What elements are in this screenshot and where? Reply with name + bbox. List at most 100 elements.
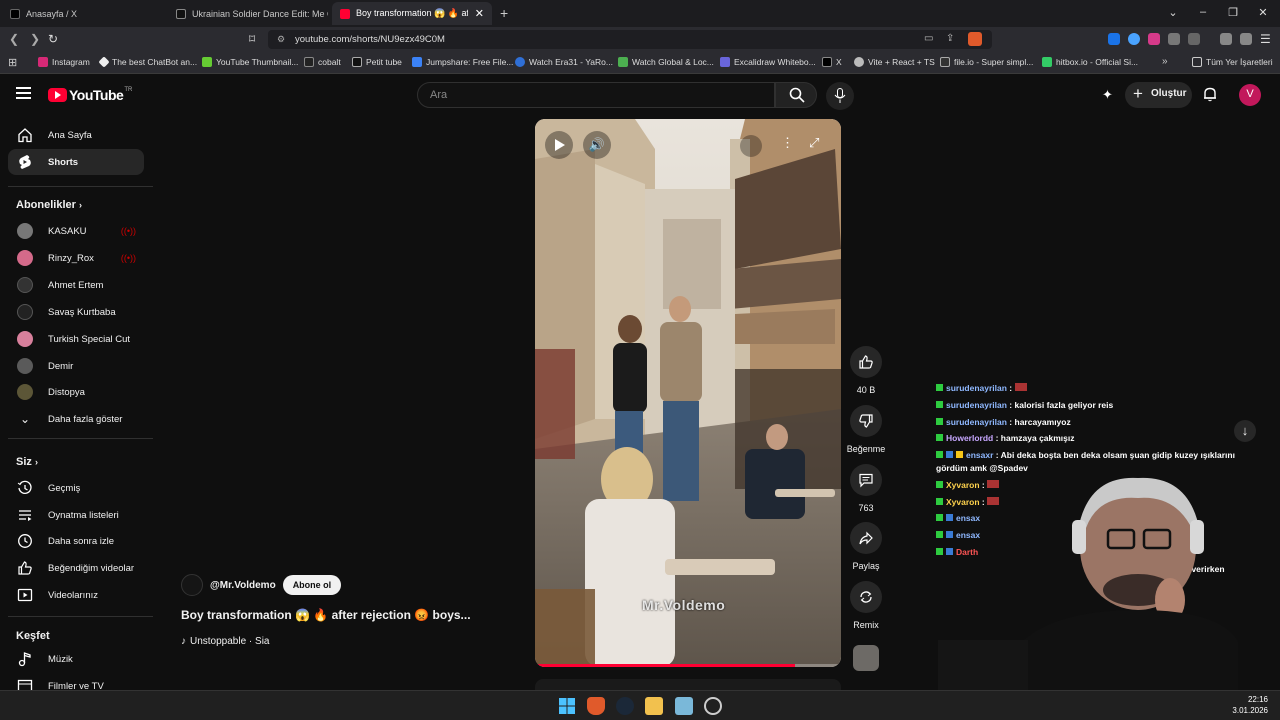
maximize-icon[interactable]: ❐ [1225, 6, 1241, 19]
youtube-logo[interactable]: YouTube TR [48, 87, 132, 103]
account-avatar[interactable]: V [1239, 84, 1261, 106]
remix-action[interactable]: Remix [845, 581, 887, 630]
sidebar-item-subscription[interactable]: Distopya [8, 379, 144, 405]
play-pause-button[interactable] [545, 131, 573, 159]
menu-icon[interactable]: ☰ [1260, 32, 1271, 46]
file-explorer-icon[interactable] [645, 697, 663, 715]
short-title[interactable]: Boy transformation 😱 🔥 after rejection 😡… [181, 608, 471, 622]
channel-avatar[interactable] [181, 574, 203, 596]
sidebar-item-liked-videos[interactable]: Beğendiğim videolar [8, 555, 144, 581]
channel-name[interactable]: @Mr.Voldemo [210, 580, 276, 591]
close-tab-icon[interactable]: ✕ [475, 7, 484, 20]
like-button[interactable] [850, 346, 882, 378]
music-icon[interactable] [1220, 33, 1232, 45]
bookmark[interactable]: Excalidraw Whitebo... [720, 57, 816, 67]
sidebar-item-subscription[interactable]: Savaş Kurtbaba [8, 299, 144, 325]
minimize-icon[interactable]: – [1195, 6, 1211, 18]
short-video-player[interactable]: 🔊 ⋮ ⤢ Mr.Voldemo [535, 119, 841, 667]
dislike-action[interactable]: Beğenme [845, 405, 887, 454]
new-tab-icon[interactable]: + [500, 5, 508, 21]
cast-sparkle-icon[interactable]: ✦ [1102, 87, 1113, 103]
sidebar-item-watch-later[interactable]: Daha sonra izle [8, 528, 144, 554]
all-bookmarks[interactable]: Tüm Yer İşaretleri [1192, 57, 1273, 67]
apps-grid-icon[interactable]: ⊞ [8, 56, 17, 69]
site-info-icon[interactable]: ⚙ [277, 34, 285, 45]
remix-button[interactable] [850, 581, 882, 613]
sidebar-item-films[interactable]: Filmler ve TV [8, 673, 144, 690]
sound-thumbnail[interactable] [853, 645, 879, 671]
sidebar-item-music[interactable]: Müzik [8, 646, 144, 672]
bookmark[interactable]: The best ChatBot an... [98, 56, 197, 68]
back-icon[interactable]: ❮ [9, 32, 19, 46]
photos-icon[interactable] [675, 697, 693, 715]
more-bookmarks-icon[interactable]: » [1162, 56, 1168, 67]
progress-bar[interactable] [535, 664, 841, 667]
sidebar-toggle-icon[interactable] [1188, 33, 1200, 45]
notifications-bell-icon[interactable] [1202, 86, 1218, 107]
address-bar[interactable]: ⚙ youtube.com/shorts/NU9ezx49C0M ▭ ⇪ [268, 30, 992, 49]
bookmark[interactable]: hitbox.io - Official Si... [1042, 57, 1138, 67]
extension-icon[interactable] [1108, 33, 1120, 45]
bookmark[interactable]: YouTube Thumbnail... [202, 57, 298, 67]
bookmark[interactable]: Watch Era31 - YaRo... [515, 57, 613, 67]
sidebar-item-subscription[interactable]: Demir [8, 353, 144, 379]
sidebar-item-playlists[interactable]: Oynatma listeleri [8, 502, 144, 528]
share-button[interactable] [850, 522, 882, 554]
comments-button[interactable] [850, 464, 882, 496]
bookmark-page-icon[interactable]: ⌑ [249, 32, 255, 46]
subscribe-button[interactable]: Abone ol [282, 575, 342, 595]
brave-shields-icon[interactable] [968, 32, 982, 46]
close-window-icon[interactable]: ✕ [1255, 6, 1271, 19]
steam-icon[interactable] [616, 697, 634, 715]
like-action[interactable]: 40 B [845, 346, 887, 395]
cast-icon[interactable]: ▭ [924, 33, 933, 44]
search-button[interactable] [775, 82, 817, 108]
browser-tab[interactable]: Ukrainian Soldier Dance Edit: Me Gu... [168, 2, 328, 25]
forward-icon[interactable]: ❯ [30, 32, 40, 46]
fullscreen-icon[interactable]: ⤢ [809, 135, 819, 151]
bookmark[interactable]: Vite + React + TS [854, 57, 935, 67]
search-input[interactable]: Ara [417, 82, 775, 108]
captions-icon[interactable] [740, 135, 762, 157]
brave-browser-icon[interactable] [587, 697, 605, 715]
sidebar-item-shorts[interactable]: Shorts [8, 149, 144, 175]
sidebar-item-history[interactable]: Geçmiş [8, 475, 144, 501]
show-more-button[interactable]: ⌄ Daha fazla göster [8, 406, 144, 432]
bookmark[interactable]: file.io - Super simpl... [940, 57, 1033, 67]
bookmark[interactable]: Petit tube [352, 57, 402, 67]
short-sound[interactable]: ♪ Unstoppable · Sia [181, 636, 270, 647]
more-options-icon[interactable]: ⋮ [781, 135, 794, 151]
volume-icon[interactable]: 🔊 [583, 131, 611, 159]
extension-icon[interactable] [1148, 33, 1160, 45]
share-action[interactable]: Paylaş [845, 522, 887, 571]
sidebar-item-subscription[interactable]: Ahmet Ertem [8, 272, 144, 298]
bookmark[interactable]: Watch Global & Loc... [618, 57, 714, 67]
dislike-button[interactable] [850, 405, 882, 437]
sidebar-item-subscription[interactable]: KASAKU ((•)) [8, 218, 144, 244]
voice-search-button[interactable] [826, 82, 854, 110]
system-clock[interactable]: 22:16 3.01.2026 [1232, 694, 1268, 716]
bookmark[interactable]: cobalt [304, 57, 341, 67]
hamburger-menu-icon[interactable] [16, 87, 31, 99]
you-header[interactable]: Siz › [16, 456, 38, 468]
subscriptions-header[interactable]: Abonelikler › [16, 199, 82, 211]
vpn-icon[interactable] [1240, 33, 1252, 45]
windows-start-icon[interactable] [558, 697, 576, 715]
next-short-preview[interactable] [535, 679, 841, 690]
bookmark[interactable]: Instagram [38, 57, 90, 67]
bookmark[interactable]: X [822, 57, 842, 67]
create-button[interactable]: + Oluştur [1125, 82, 1192, 108]
extension-icon[interactable] [1128, 33, 1140, 45]
share-icon[interactable]: ⇪ [946, 33, 954, 44]
comments-action[interactable]: 763 [845, 464, 887, 513]
browser-tab-active[interactable]: Boy transformation 😱 🔥 after r ✕ [332, 2, 492, 25]
sidebar-item-subscription[interactable]: Rinzy_Rox ((•)) [8, 245, 144, 271]
sidebar-item-subscription[interactable]: Turkish Special Cut [8, 326, 144, 352]
sidebar-item-home[interactable]: Ana Sayfa [8, 122, 144, 148]
tab-search-icon[interactable]: ⌄ [1165, 6, 1181, 19]
sidebar-item-your-videos[interactable]: Videolarınız [8, 582, 144, 608]
browser-tab[interactable]: Anasayfa / X [2, 2, 166, 25]
bookmark[interactable]: Jumpshare: Free File... [412, 57, 513, 67]
obs-icon[interactable] [704, 697, 722, 715]
extensions-puzzle-icon[interactable] [1168, 33, 1180, 45]
